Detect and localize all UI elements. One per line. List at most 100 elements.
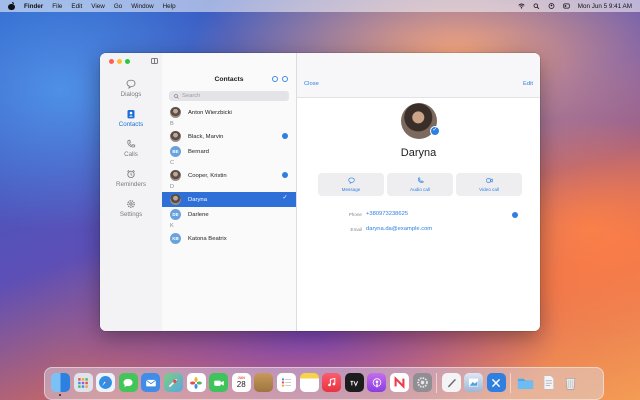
maps-icon[interactable] bbox=[163, 373, 183, 392]
contact-avatar bbox=[170, 170, 181, 181]
contact-avatar: DE bbox=[170, 209, 181, 220]
news-icon[interactable] bbox=[389, 373, 409, 392]
dock: JUN 28 bbox=[44, 367, 604, 400]
audio-call-button[interactable]: Audio call bbox=[387, 173, 453, 196]
alarm-clock-icon bbox=[127, 169, 135, 178]
user-account-icon[interactable] bbox=[548, 3, 555, 9]
contact-row[interactable]: DE Darlene bbox=[162, 207, 296, 222]
photos-icon[interactable] bbox=[186, 373, 206, 392]
trash-icon[interactable] bbox=[561, 373, 580, 392]
menu-clock[interactable]: Mon Jun 5 9:41 AM bbox=[578, 3, 632, 10]
speech-bubble-icon bbox=[126, 79, 136, 89]
contact-row[interactable]: KB Katona Beatrix bbox=[162, 231, 296, 246]
phone-field: Phone +380973238625 bbox=[297, 211, 540, 221]
launchpad-icon[interactable] bbox=[73, 373, 93, 392]
menu-help[interactable]: Help bbox=[163, 3, 176, 10]
control-center-icon[interactable] bbox=[563, 3, 570, 9]
document-icon[interactable] bbox=[539, 373, 558, 392]
wifi-icon[interactable] bbox=[518, 3, 525, 9]
mail-icon[interactable] bbox=[141, 373, 161, 392]
close-button[interactable]: Close bbox=[304, 81, 319, 87]
phone-icon bbox=[127, 139, 136, 147]
sidebar-item-reminders[interactable]: Reminders bbox=[100, 163, 162, 193]
contacts-list: Anton Wierzbicki B Black, Marvin BE Bern… bbox=[162, 105, 296, 246]
xcode-icon[interactable] bbox=[486, 373, 506, 392]
menu-edit[interactable]: Edit bbox=[71, 3, 82, 10]
verified-badge-icon bbox=[512, 212, 518, 218]
video-call-button-label: Video call bbox=[479, 187, 499, 192]
verified-badge-icon bbox=[282, 172, 288, 178]
sidebar-item-dialogs[interactable]: Dialogs bbox=[100, 73, 162, 103]
edit-button[interactable]: Edit bbox=[523, 81, 533, 87]
contact-row-selected[interactable]: Daryna ✓ bbox=[162, 192, 296, 207]
contacts-list-pane: Contacts Search Anton Wierzbicki B Black… bbox=[162, 53, 297, 331]
music-icon[interactable] bbox=[322, 373, 342, 392]
add-contact-icon[interactable] bbox=[272, 76, 278, 82]
contact-name: Daryna bbox=[188, 196, 207, 203]
contact-name: Cooper, Kristin bbox=[188, 172, 227, 179]
close-window-button[interactable] bbox=[109, 59, 114, 64]
section-header: C bbox=[170, 160, 175, 166]
sidebar: Dialogs Contacts Calls Reminders Setting… bbox=[100, 53, 163, 331]
email-value[interactable]: daryna.da@example.com bbox=[366, 226, 432, 232]
sort-options-icon[interactable] bbox=[282, 76, 288, 82]
video-icon bbox=[485, 178, 493, 183]
sidebar-item-contacts[interactable]: Contacts bbox=[100, 103, 162, 133]
messages-icon[interactable] bbox=[118, 373, 138, 392]
folder-icon[interactable] bbox=[516, 373, 535, 392]
search-field[interactable]: Search bbox=[169, 91, 289, 101]
reminders-icon[interactable] bbox=[276, 373, 296, 392]
minimize-window-button[interactable] bbox=[117, 59, 122, 64]
apple-menu-icon[interactable] bbox=[8, 2, 15, 10]
facetime-icon[interactable] bbox=[209, 373, 229, 392]
contact-avatar: KB bbox=[170, 233, 181, 244]
menu-app-name[interactable]: Finder bbox=[24, 3, 43, 10]
search-icon bbox=[174, 93, 179, 99]
email-field: Email daryna.da@example.com bbox=[297, 226, 540, 236]
zoom-window-button[interactable] bbox=[125, 59, 130, 64]
dock-separator bbox=[436, 373, 438, 393]
calendar-icon[interactable]: JUN 28 bbox=[231, 373, 251, 392]
menu-go[interactable]: Go bbox=[114, 3, 122, 10]
contact-detail-pane: Close Edit ✓ Daryna Message Audio call V… bbox=[297, 53, 540, 331]
podcasts-icon[interactable] bbox=[367, 373, 387, 392]
dock-separator bbox=[510, 373, 512, 393]
contact-row[interactable]: BE Bernard bbox=[162, 144, 296, 159]
menu-window[interactable]: Window bbox=[131, 3, 153, 10]
calendar-day: 28 bbox=[236, 380, 246, 389]
video-call-button[interactable]: Video call bbox=[456, 173, 522, 196]
verified-badge-icon: ✓ bbox=[430, 126, 440, 136]
phone-value[interactable]: +380973238625 bbox=[366, 211, 408, 217]
sidebar-item-label: Settings bbox=[119, 210, 143, 218]
search-icon[interactable] bbox=[533, 3, 540, 9]
contact-avatar bbox=[170, 131, 181, 142]
section-header: B bbox=[170, 121, 174, 127]
contact-row[interactable]: Cooper, Kristin bbox=[162, 168, 296, 183]
contact-name: Katona Beatrix bbox=[188, 235, 227, 242]
safari-icon[interactable] bbox=[96, 373, 116, 392]
tv-icon[interactable] bbox=[344, 373, 364, 392]
sidebar-item-label: Contacts bbox=[118, 120, 144, 128]
search-placeholder: Search bbox=[182, 93, 201, 99]
contact-name: Bernard bbox=[188, 148, 209, 155]
settings-icon[interactable] bbox=[412, 373, 432, 392]
sidebar-item-calls[interactable]: Calls bbox=[100, 133, 162, 163]
contact-row[interactable]: Black, Marvin bbox=[162, 129, 296, 144]
section-header: D bbox=[170, 184, 175, 190]
contact-actions: Message Audio call Video call bbox=[318, 173, 522, 196]
notes-brown-icon[interactable] bbox=[254, 373, 274, 392]
menu-view[interactable]: View bbox=[91, 3, 105, 10]
sidebar-item-settings[interactable]: Settings bbox=[100, 193, 162, 223]
contact-avatar: BE bbox=[170, 146, 181, 157]
contacts-window: Dialogs Contacts Calls Reminders Setting… bbox=[100, 53, 540, 331]
finder-icon[interactable] bbox=[51, 373, 70, 396]
phone-icon bbox=[417, 177, 424, 183]
phone-label: Phone bbox=[348, 212, 362, 217]
message-button[interactable]: Message bbox=[318, 173, 384, 196]
notes-icon[interactable] bbox=[299, 373, 319, 392]
preview-icon[interactable] bbox=[464, 373, 484, 392]
contact-row[interactable]: Anton Wierzbicki bbox=[162, 105, 296, 120]
pencil-app-icon[interactable] bbox=[441, 373, 461, 392]
menu-file[interactable]: File bbox=[52, 3, 62, 10]
sidebar-toggle-icon[interactable] bbox=[151, 58, 158, 64]
